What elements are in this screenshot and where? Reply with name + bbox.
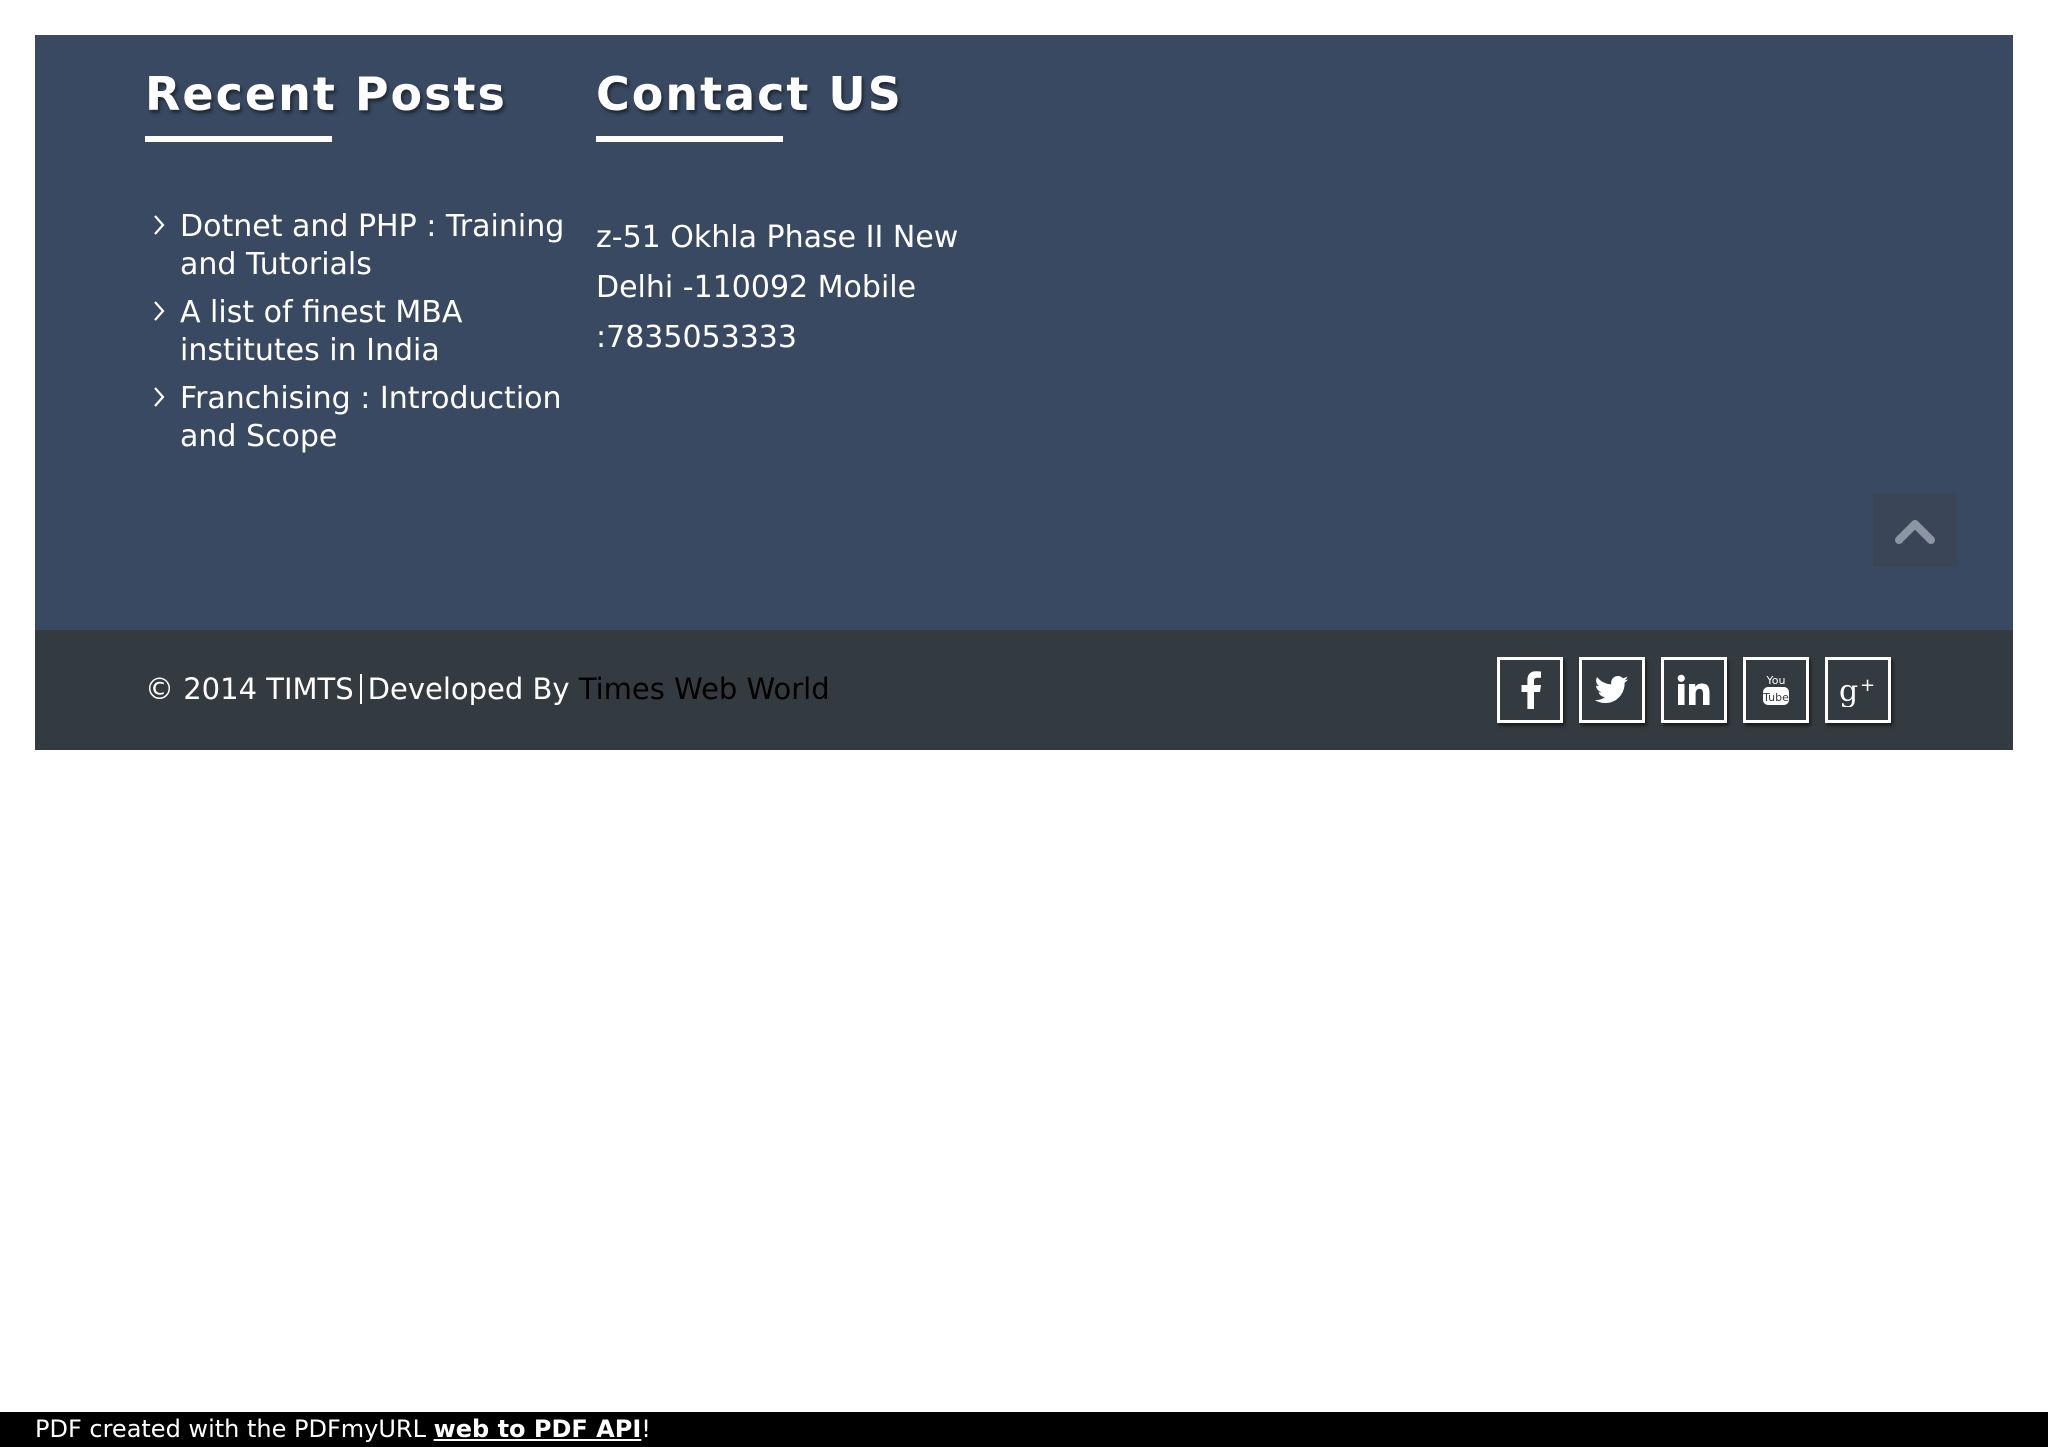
chevron-right-icon [154,301,165,321]
recent-posts-list: Dotnet and PHP : Training and Tutorials … [150,208,590,466]
svg-text:+: + [1860,675,1875,696]
linkedin-icon [1677,674,1710,705]
recent-post-item[interactable]: Dotnet and PHP : Training and Tutorials [150,208,590,284]
pdf-banner-suffix: ! [641,1415,651,1443]
chevron-up-icon [1895,520,1935,544]
copyright-text: © 2014 TIMTS [145,672,354,706]
chevron-right-icon [154,387,165,407]
recent-post-link[interactable]: A list of finest MBA institutes in India [180,294,590,370]
developed-by-text: Developed By [367,672,570,706]
facebook-icon [1521,671,1541,709]
facebook-button[interactable] [1497,657,1563,723]
recent-post-item[interactable]: Franchising : Introduction and Scope [150,380,590,456]
pdf-banner-prefix: PDF created with the PDFmyURL [35,1415,426,1443]
recent-posts-title: Recent Posts [145,67,507,121]
recent-posts-underline [145,136,332,142]
recent-post-item[interactable]: A list of finest MBA institutes in India [150,294,590,370]
recent-post-link[interactable]: Franchising : Introduction and Scope [180,380,590,456]
divider [359,674,362,704]
twitter-button[interactable] [1579,657,1645,723]
contact-title: Contact US [596,67,903,121]
google-plus-button[interactable]: g + [1825,657,1891,723]
copyright-line: © 2014 TIMTS Developed By Times Web World [145,669,830,709]
pdf-banner-text: PDF created with the PDFmyURL web to PDF… [35,1412,651,1447]
svg-text:g: g [1839,674,1858,707]
footer-bottom-bar: © 2014 TIMTS Developed By Times Web World [35,630,2013,750]
svg-text:Tube: Tube [1762,691,1789,704]
page: Recent Posts Contact US Dotnet and PHP :… [0,0,2048,1447]
contact-address: z-51 Okhla Phase II New Delhi -110092 Mo… [596,220,959,355]
pdf-banner: PDF created with the PDFmyURL web to PDF… [0,1412,2048,1447]
scroll-to-top-button[interactable] [1873,493,1957,567]
google-plus-icon: g + [1839,674,1875,707]
linkedin-button[interactable] [1661,657,1727,723]
footer-top: Recent Posts Contact US Dotnet and PHP :… [35,35,2013,630]
youtube-button[interactable]: You Tube [1743,657,1809,723]
recent-post-link[interactable]: Dotnet and PHP : Training and Tutorials [180,208,590,284]
social-links: You Tube g + [1497,657,1891,723]
contact-underline [596,136,783,142]
twitter-icon [1595,675,1629,704]
svg-text:You: You [1766,674,1786,687]
chevron-right-icon [154,215,165,235]
youtube-icon: You Tube [1762,674,1789,705]
pdf-api-link[interactable]: web to PDF API [434,1415,642,1443]
developer-link[interactable]: Times Web World [579,672,830,706]
